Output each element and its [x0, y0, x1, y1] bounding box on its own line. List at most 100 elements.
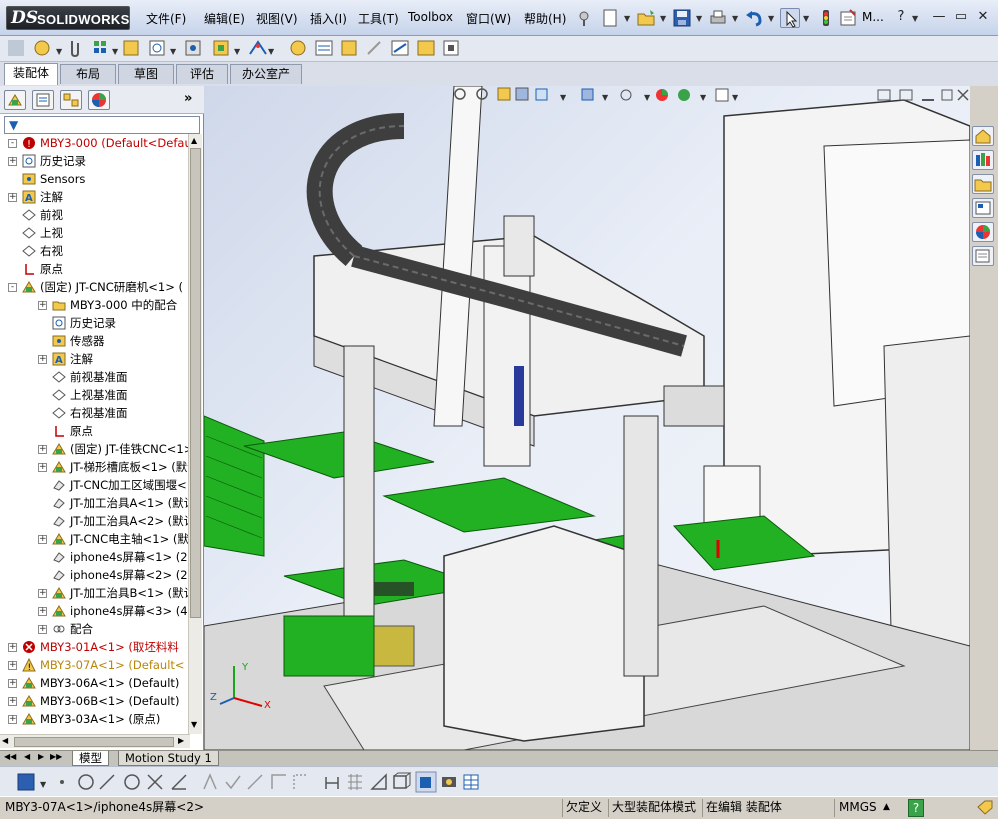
command-tab-2[interactable]: 草图 — [118, 64, 174, 84]
panel-more-icon[interactable]: » — [184, 91, 192, 106]
scroll-right-icon[interactable]: ▶ — [178, 736, 184, 745]
tag-icon[interactable] — [972, 799, 996, 817]
tree-expand-icon[interactable]: + — [38, 463, 47, 472]
configuration-manager-tab-icon[interactable] — [60, 90, 82, 110]
appearances-icon[interactable] — [972, 222, 994, 242]
origin-icon — [52, 424, 66, 438]
tree-expand-icon[interactable]: - — [8, 283, 17, 292]
help-icon[interactable]: ? — [892, 9, 910, 25]
tree-row-label: 右视基准面 — [70, 406, 128, 420]
undo-icon[interactable] — [744, 8, 764, 28]
restore-button[interactable]: ▭ — [952, 9, 970, 25]
display-manager-tab-icon[interactable] — [88, 90, 110, 110]
help-dropdown-icon[interactable]: ▼ — [912, 14, 918, 23]
scroll-thumb[interactable] — [190, 148, 201, 618]
print-dropdown-icon[interactable]: ▼ — [732, 14, 738, 23]
tree-row-label: 前视 — [40, 208, 63, 222]
command-tab-3[interactable]: 评估 — [176, 64, 228, 84]
tree-expand-icon[interactable]: + — [38, 607, 47, 616]
tab-nav-prev-icon[interactable]: ◀ — [24, 752, 30, 761]
shaded-cube-icon — [415, 771, 437, 793]
tab-nav-next-icon[interactable]: ▶ — [38, 752, 44, 761]
menu-item-0[interactable]: 文件(F) — [146, 10, 186, 27]
status-units[interactable]: MMGS — [834, 799, 880, 817]
rebuild-icon[interactable] — [816, 8, 836, 28]
new-document-icon[interactable] — [600, 8, 620, 28]
tree-expand-icon[interactable]: + — [38, 301, 47, 310]
options-icon[interactable] — [838, 8, 858, 28]
tree-expand-icon[interactable]: + — [38, 589, 47, 598]
design-library-icon[interactable] — [972, 150, 994, 170]
tree-expand-icon[interactable]: + — [8, 697, 17, 706]
scroll-up-icon[interactable]: ▲ — [191, 136, 197, 145]
open-folder-icon[interactable] — [636, 8, 656, 28]
help-status-icon[interactable]: ? — [908, 799, 924, 817]
save-dropdown-icon[interactable]: ▼ — [696, 14, 702, 23]
tree-expand-icon[interactable]: + — [8, 193, 17, 202]
command-tab-0[interactable]: 装配体 — [4, 63, 58, 85]
menu-item-7[interactable]: 帮助(H) — [524, 10, 566, 27]
new-dropdown-icon[interactable]: ▼ — [624, 14, 630, 23]
tree-row-label: JT-CNC加工区域围堰<1> — [70, 478, 190, 492]
status-large-assembly-mode: 大型装配体模式 — [608, 799, 699, 817]
solidworks-resources-icon[interactable] — [972, 126, 994, 146]
tab-nav-last-icon[interactable]: ▶▶ — [50, 752, 62, 761]
menu-item-4[interactable]: 工具(T) — [358, 10, 399, 27]
scroll-down-icon[interactable]: ▼ — [191, 720, 197, 729]
tree-expand-icon[interactable]: + — [38, 445, 47, 454]
undo-dropdown-icon[interactable]: ▼ — [768, 14, 774, 23]
heads-up-view-toolbar[interactable]: ▼ ▼ ▼ ▼ ▼ — [454, 86, 754, 106]
menu-item-3[interactable]: 插入(I) — [310, 10, 347, 27]
tree-expand-icon[interactable]: + — [8, 679, 17, 688]
command-tab-4[interactable]: 办公室产品 — [230, 64, 302, 99]
filter-funnel-icon[interactable]: ▼ — [9, 118, 18, 132]
file-explorer-icon[interactable] — [972, 174, 994, 194]
hscroll-thumb[interactable] — [14, 737, 174, 747]
tree-row-label: MBY3-000 中的配合 — [70, 298, 178, 312]
minimize-button[interactable]: — — [930, 9, 948, 25]
menu-item-1[interactable]: 编辑(E) — [204, 10, 245, 27]
command-tab-1[interactable]: 布局 — [60, 64, 116, 84]
model-tabs: ◀◀ ◀ ▶ ▶▶ 模型 Motion Study 1 — [0, 750, 998, 766]
tree-expand-icon[interactable]: + — [8, 661, 17, 670]
bottom-tab-0[interactable]: 模型 — [72, 751, 109, 766]
tab-nav-first-icon[interactable]: ◀◀ — [4, 752, 16, 761]
tree-expand-icon[interactable]: + — [38, 355, 47, 364]
sketch-toolbar-icons[interactable]: ▼ — [0, 767, 500, 797]
tree-expand-icon[interactable]: + — [8, 157, 17, 166]
tree-expand-icon[interactable]: - — [8, 139, 17, 148]
section-view-icon — [515, 87, 529, 101]
assembly-toolbar-icons[interactable]: ▼ ▼ ▼ ▼ ▼ — [0, 36, 480, 62]
pin-icon[interactable] — [574, 8, 594, 28]
menu-item-2[interactable]: 视图(V) — [256, 10, 298, 27]
custom-properties-icon[interactable] — [972, 246, 994, 266]
tree-expand-icon[interactable]: + — [8, 715, 17, 724]
feature-manager-tab-icon[interactable] — [4, 90, 26, 110]
graphics-area[interactable]: Y X Z ▼ ▼ ▼ ▼ ▼ — [204, 86, 970, 750]
print-icon[interactable] — [708, 8, 728, 28]
select-arrow-icon[interactable] — [780, 8, 800, 28]
subassembly-icon — [52, 460, 66, 474]
cnc-assembly-model[interactable]: Y X Z — [204, 86, 970, 750]
solidworks-logo[interactable]: DS SOLIDWORKS — [6, 6, 130, 30]
property-manager-tab-icon[interactable] — [32, 90, 54, 110]
menu-item-5[interactable]: Toolbox — [408, 10, 453, 24]
tree-horizontal-scrollbar[interactable]: ◀ ▶ — [0, 734, 190, 748]
triad-y-label: Y — [241, 662, 249, 673]
select-dropdown-icon[interactable]: ▼ — [803, 14, 809, 23]
view-palette-icon[interactable] — [972, 198, 994, 218]
bottom-tab-1[interactable]: Motion Study 1 — [118, 751, 219, 766]
open-dropdown-icon[interactable]: ▼ — [660, 14, 666, 23]
menu-item-6[interactable]: 窗口(W) — [466, 10, 511, 27]
tree-expand-icon[interactable]: + — [38, 535, 47, 544]
close-button[interactable]: ✕ — [974, 9, 992, 25]
subassembly-icon — [22, 280, 36, 294]
tree-expand-icon[interactable]: + — [8, 643, 17, 652]
units-arrow-icon[interactable]: ▲ — [880, 799, 893, 817]
tree-vertical-scrollbar[interactable]: ▲ ▼ — [188, 134, 202, 734]
scroll-left-icon[interactable]: ◀ — [2, 736, 8, 745]
tree-expand-icon[interactable]: + — [38, 625, 47, 634]
tree-filter-input[interactable]: ▼ — [4, 116, 200, 134]
save-icon[interactable] — [672, 8, 692, 28]
viewport-window-controls[interactable] — [874, 86, 970, 108]
